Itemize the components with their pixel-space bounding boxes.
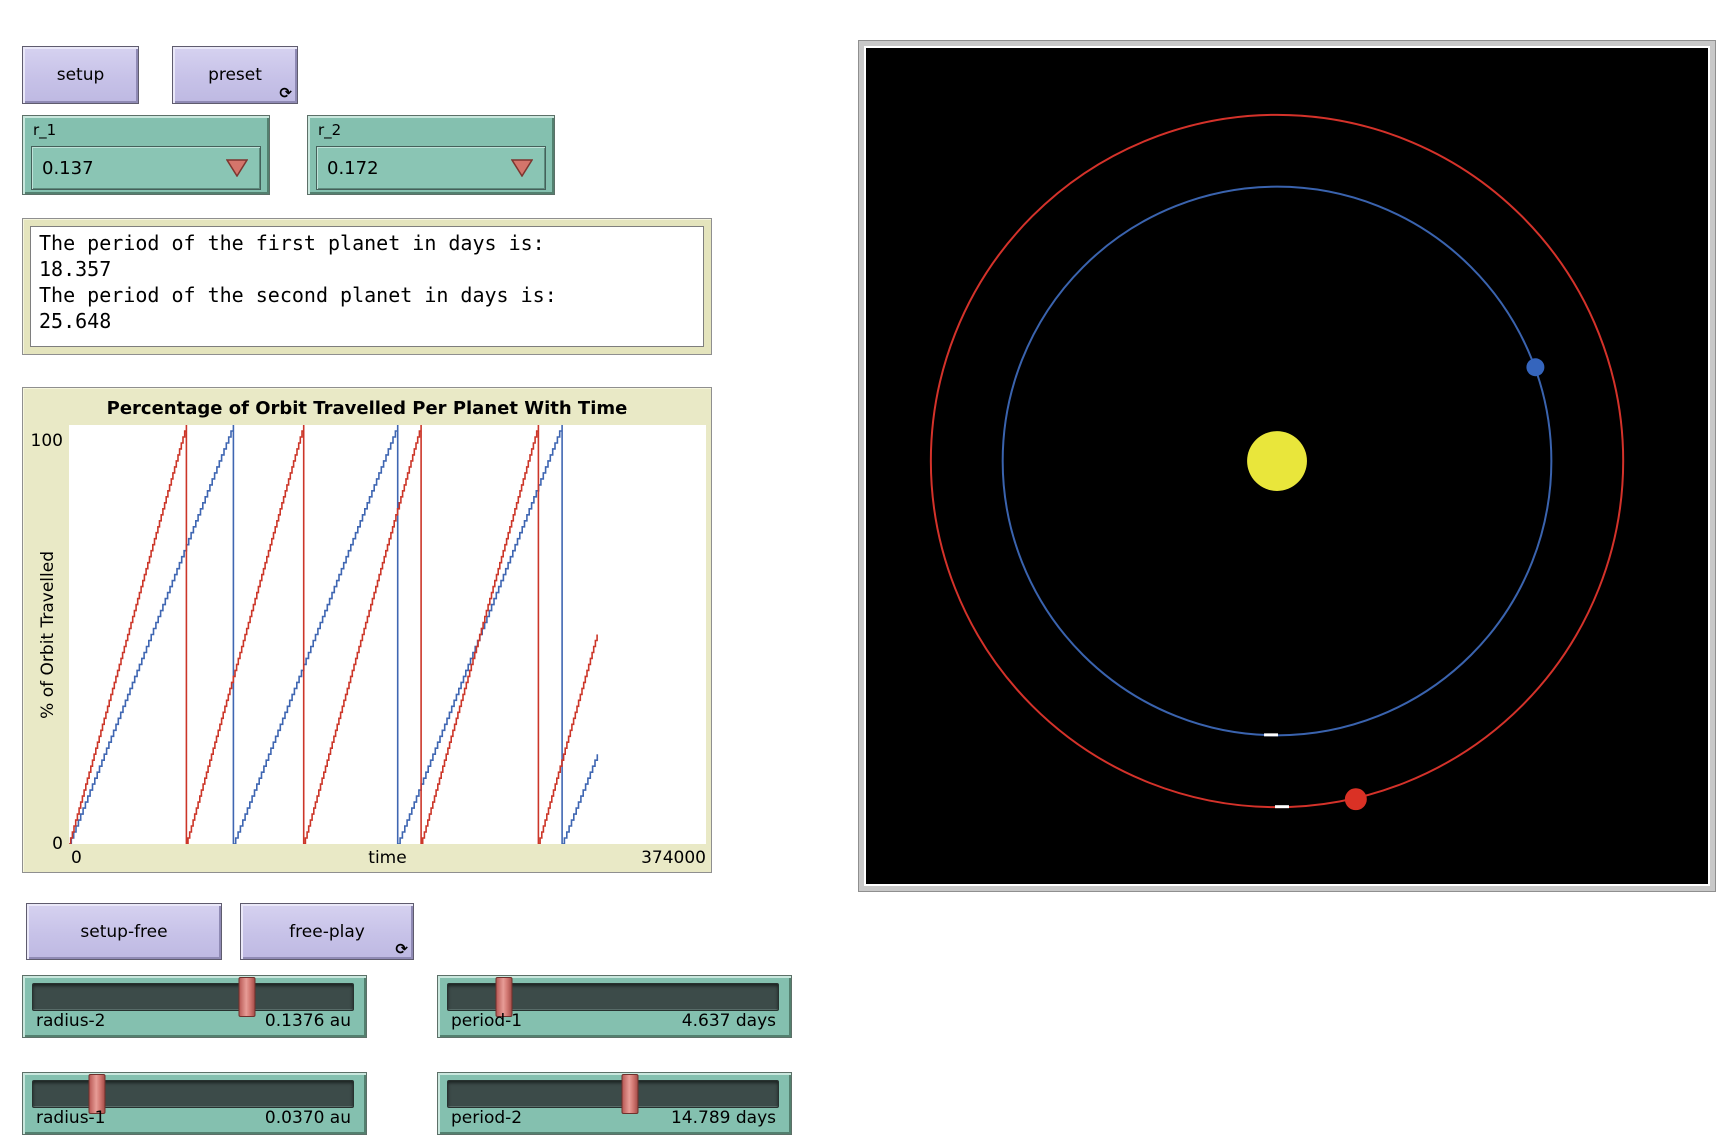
output-line: 18.357 (39, 256, 695, 282)
output-line: The period of the second planet in days … (39, 282, 695, 308)
world-view (864, 46, 1710, 886)
chooser-r1: r_1 0.137 (22, 115, 270, 195)
orbit-percentage-plot: Percentage of Orbit Travelled Per Planet… (22, 387, 712, 873)
plot-title: Percentage of Orbit Travelled Per Planet… (23, 398, 711, 419)
slider-track[interactable] (32, 983, 354, 1011)
output-line: 25.648 (39, 308, 695, 334)
preset-button[interactable]: preset ⟳ (172, 46, 298, 104)
world-view-frame (858, 40, 1716, 892)
chooser-r1-dropdown[interactable]: 0.137 (31, 146, 261, 190)
slider-label: period-1 (451, 1011, 522, 1031)
world-canvas (866, 48, 1706, 882)
slider-label: period-2 (451, 1108, 522, 1128)
plot-area (69, 425, 706, 844)
chooser-r2-dropdown[interactable]: 0.172 (316, 146, 546, 190)
setup-button-label: setup (57, 65, 105, 85)
forever-icon: ⟳ (279, 86, 292, 101)
free-play-button[interactable]: free-play ⟳ (240, 903, 414, 960)
slider-value: 4.637 days (682, 1011, 776, 1031)
slider-value: 0.0370 au (265, 1108, 351, 1128)
x-tick-max: 374000 (641, 848, 706, 868)
dropdown-arrow-icon[interactable] (226, 159, 248, 177)
chooser-r1-value: 0.137 (42, 158, 94, 179)
slider-label: radius-1 (36, 1108, 106, 1128)
slider-radius-1[interactable]: radius-1 0.0370 au (22, 1072, 367, 1135)
preset-button-label: preset (208, 65, 262, 85)
slider-period-1[interactable]: period-1 4.637 days (437, 975, 792, 1038)
slider-handle[interactable] (239, 977, 256, 1017)
slider-value: 0.1376 au (265, 1011, 351, 1031)
setup-free-button[interactable]: setup-free (26, 903, 222, 960)
setup-button[interactable]: setup (22, 46, 139, 104)
setup-free-button-label: setup-free (80, 922, 167, 942)
slider-handle[interactable] (621, 1074, 638, 1114)
slider-track[interactable] (447, 1080, 779, 1108)
forever-icon: ⟳ (395, 942, 408, 957)
chooser-r2-value: 0.172 (327, 158, 379, 179)
slider-label: radius-2 (36, 1011, 106, 1031)
slider-track[interactable] (32, 1080, 354, 1108)
y-axis-label: % of Orbit Travelled (35, 425, 61, 844)
output-widget: The period of the first planet in days i… (22, 218, 712, 355)
x-axis-title: time (69, 848, 706, 868)
chooser-r2-label: r_2 (318, 121, 341, 139)
plot-lines (69, 425, 706, 844)
slider-period-2[interactable]: period-2 14.789 days (437, 1072, 792, 1135)
dropdown-arrow-icon[interactable] (511, 159, 533, 177)
slider-value: 14.789 days (671, 1108, 776, 1128)
slider-radius-2[interactable]: radius-2 0.1376 au (22, 975, 367, 1038)
free-play-button-label: free-play (289, 922, 365, 942)
chooser-r2: r_2 0.172 (307, 115, 555, 195)
output-text-area[interactable]: The period of the first planet in days i… (30, 226, 704, 347)
output-line: The period of the first planet in days i… (39, 230, 695, 256)
chooser-r1-label: r_1 (33, 121, 56, 139)
slider-track[interactable] (447, 983, 779, 1011)
